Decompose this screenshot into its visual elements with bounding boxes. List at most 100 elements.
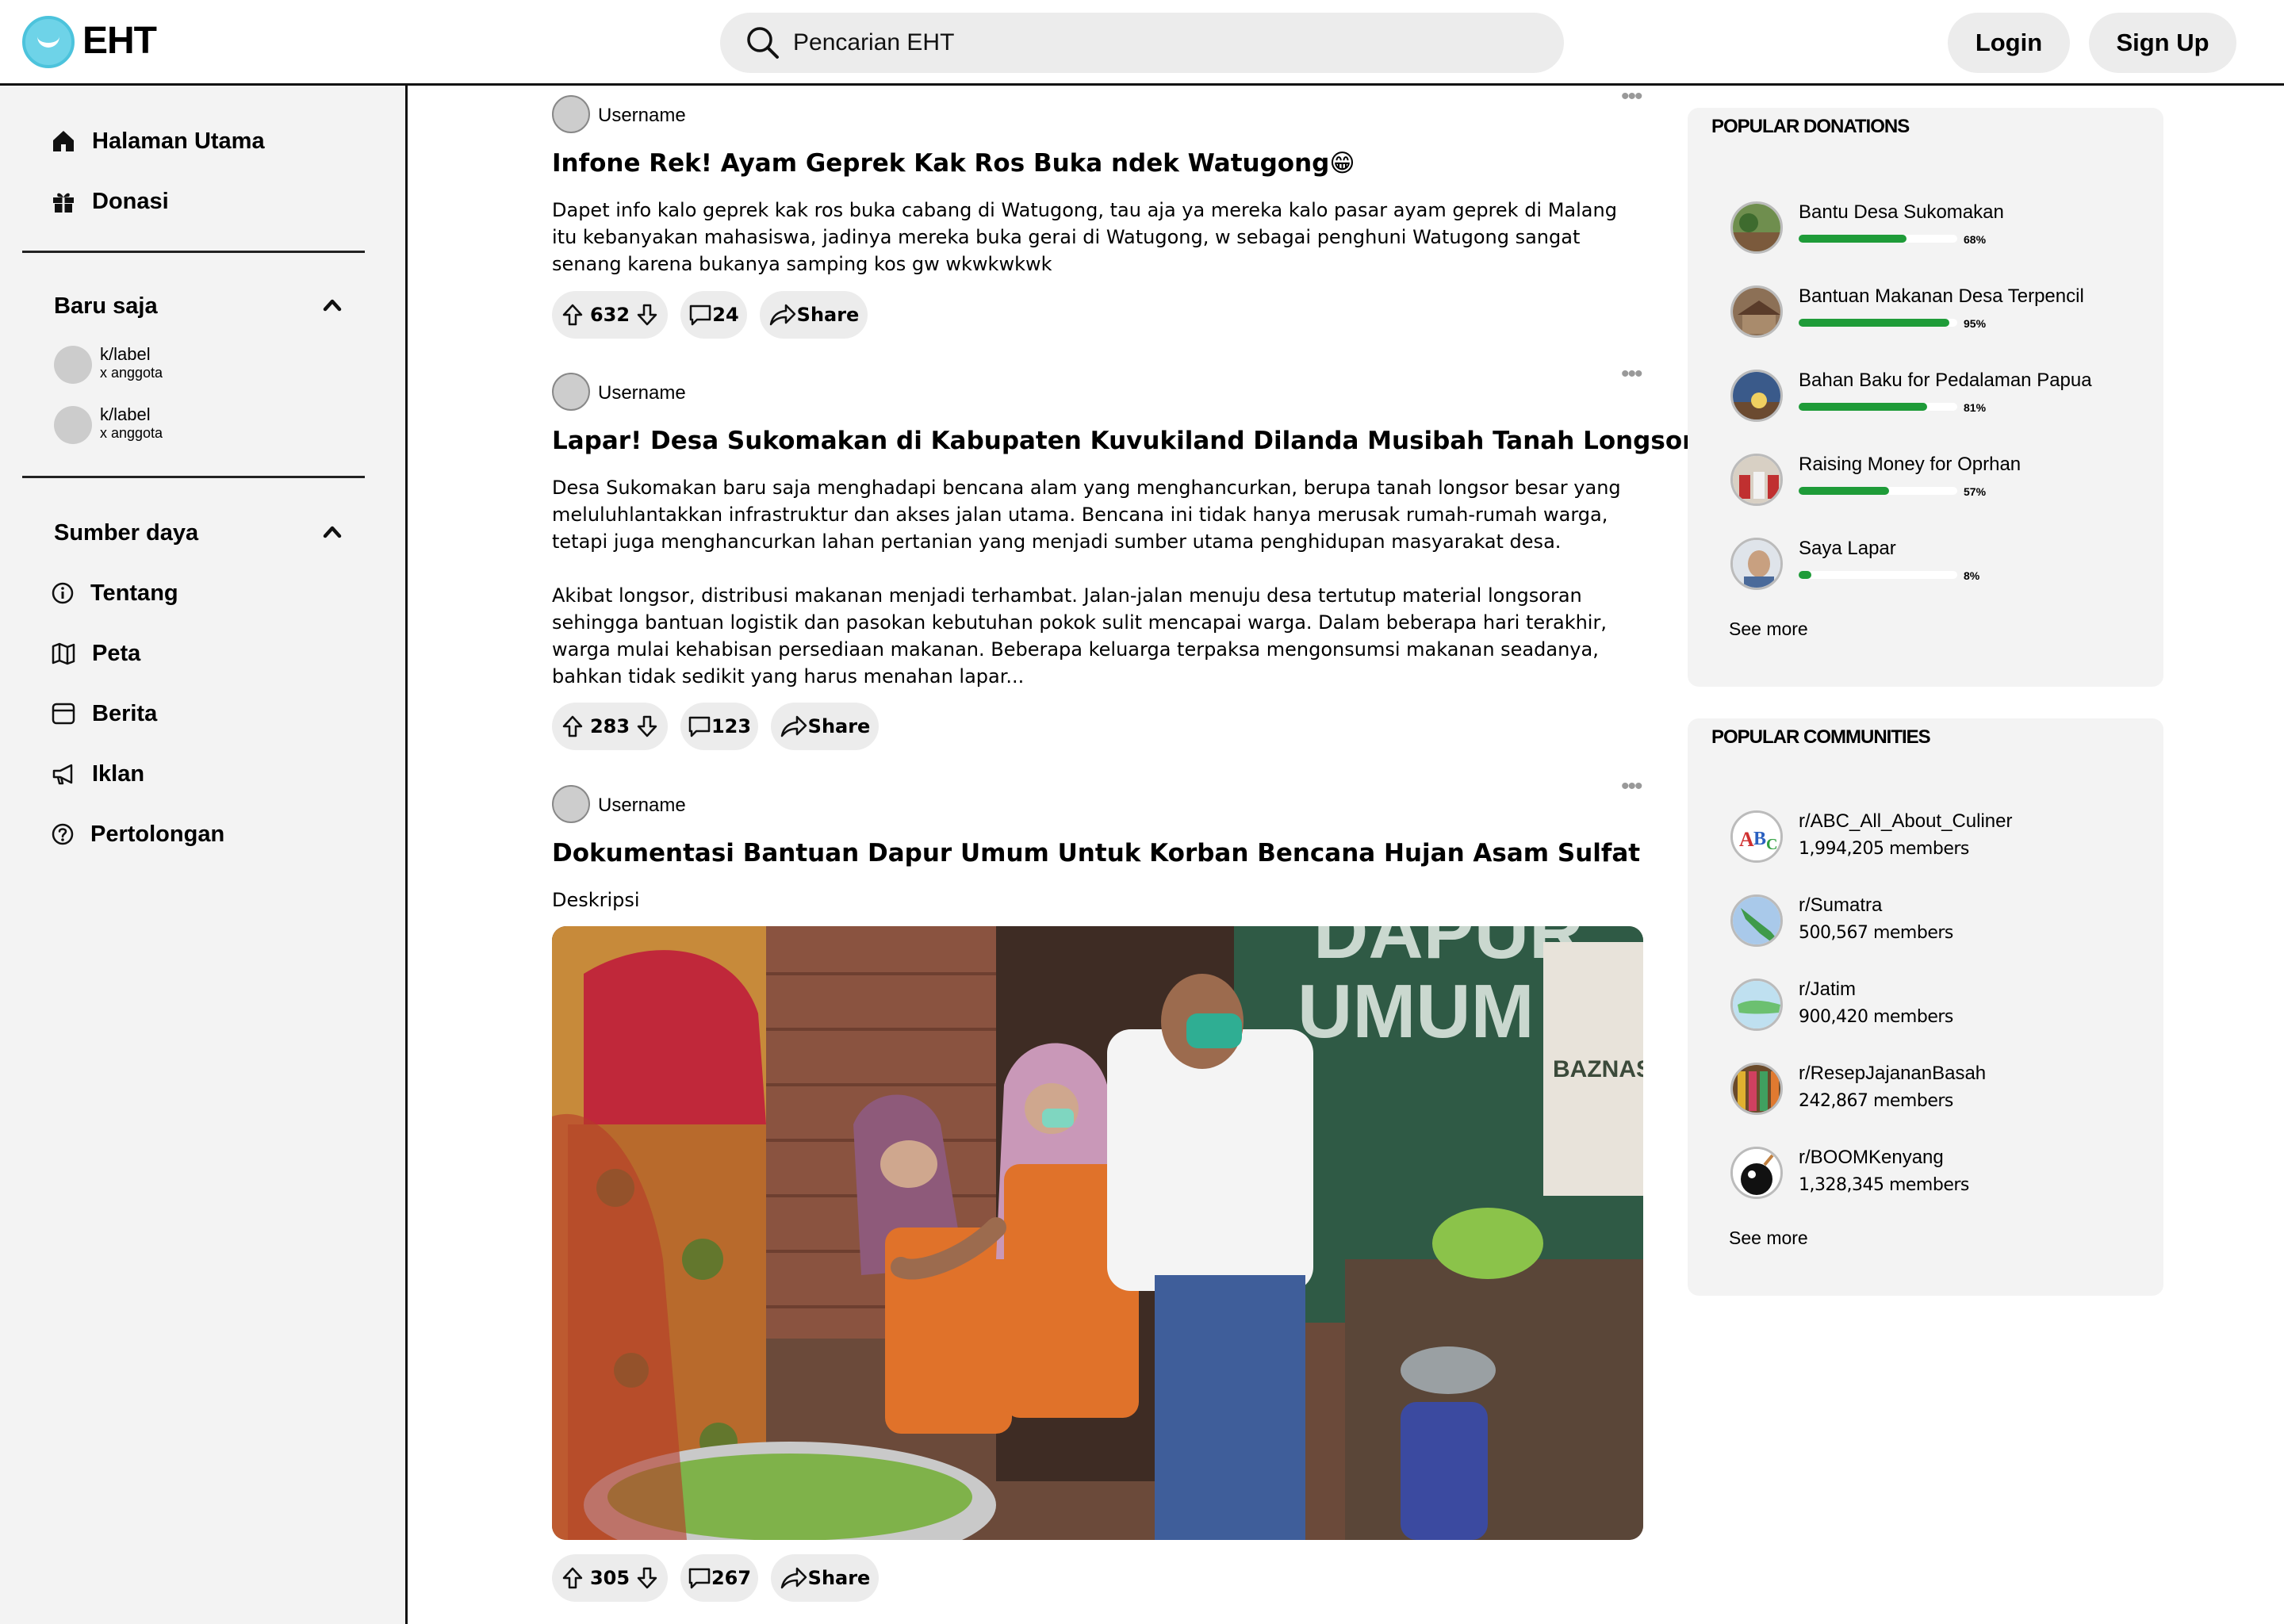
donation-thumbnail (1730, 285, 1783, 338)
donation-thumbnail (1730, 454, 1783, 506)
post-image[interactable]: DAPUR UMUM BAZNAS (552, 926, 1643, 1540)
community-avatar (1730, 894, 1783, 947)
username: Username (598, 795, 686, 816)
nav-pertolongan[interactable]: Pertolongan (51, 815, 224, 853)
post-title[interactable]: Dokumentasi Bantuan Dapur Umum Untuk Kor… (552, 839, 1640, 868)
progress-percent: 8% (1964, 569, 1980, 582)
vote-control: 305 (552, 1554, 668, 1602)
more-options-icon[interactable]: ••• (1621, 775, 1642, 799)
brand-name[interactable]: EHT (82, 19, 157, 63)
nav-iklan-label: Iklan (92, 760, 145, 787)
chevron-up-icon[interactable] (320, 293, 344, 317)
donation-item[interactable]: Bahan Baku for Pedalaman Papua 81% (1730, 370, 2143, 433)
donation-name: Saya Lapar (1799, 538, 1896, 559)
home-icon (53, 131, 74, 151)
share-button[interactable]: Share (771, 703, 879, 750)
nav-donasi-label: Donasi (92, 188, 169, 214)
signup-button[interactable]: Sign Up (2089, 13, 2236, 73)
donation-thumbnail (1730, 201, 1783, 254)
nav-iklan[interactable]: Iklan (51, 755, 144, 793)
comment-count: 123 (711, 715, 752, 737)
upvote-icon[interactable] (561, 303, 584, 327)
donation-thumbnail (1730, 370, 1783, 422)
community-name: k/label (100, 344, 151, 364)
comments-button[interactable]: 123 (680, 703, 758, 750)
community-item[interactable]: r/BOOMKenyang 1,328,345 members (1730, 1147, 2143, 1218)
progress-fill (1799, 487, 1889, 495)
avatar (552, 373, 590, 411)
progress-bar (1799, 571, 1957, 579)
community-members: 900,420 members (1799, 1007, 1953, 1027)
nav-tentang[interactable]: Tentang (51, 574, 178, 612)
comment-icon (690, 304, 711, 326)
post-body: Desa Sukomakan baru saja menghadapi benc… (552, 477, 1621, 688)
chevron-up-icon[interactable] (320, 520, 344, 544)
community-item[interactable]: r/Sumatra 500,567 members (1730, 894, 2143, 966)
search-icon (747, 27, 779, 59)
share-button[interactable]: Share (760, 291, 868, 339)
popular-communities-card: POPULAR COMMUNITIES ABC r/ABC_All_About_… (1688, 718, 2163, 1296)
vote-control: 632 (552, 291, 668, 339)
card-title: POPULAR COMMUNITIES (1711, 726, 1931, 748)
megaphone-icon (52, 764, 73, 785)
share-label: Share (807, 715, 871, 737)
progress-bar (1799, 403, 1957, 411)
community-members: 242,867 members (1799, 1091, 1953, 1111)
progress-percent: 81% (1964, 401, 1987, 414)
downvote-icon[interactable] (636, 1566, 658, 1590)
nav-home[interactable]: Halaman Utama (51, 122, 265, 160)
avatar (552, 785, 590, 823)
top-bar: EHT Login Sign Up (0, 0, 2284, 86)
progress-bar (1799, 319, 1957, 327)
community-item[interactable]: r/Jatim 900,420 members (1730, 979, 2143, 1050)
help-icon (52, 823, 74, 845)
donation-item[interactable]: Bantu Desa Sukomakan 68% (1730, 201, 2143, 265)
share-icon (780, 1567, 807, 1589)
nav-donasi[interactable]: Donasi (51, 182, 169, 220)
search-bar[interactable] (720, 13, 1564, 73)
nav-berita[interactable]: Berita (51, 695, 157, 733)
comment-icon (688, 1568, 711, 1589)
search-input[interactable] (793, 24, 1507, 62)
donation-thumbnail (1730, 538, 1783, 590)
community-item[interactable]: r/ResepJajananBasah 242,867 members (1730, 1063, 2143, 1134)
donation-item[interactable]: Saya Lapar 8% (1730, 538, 2143, 601)
share-label: Share (807, 1567, 871, 1589)
see-more-link[interactable]: See more (1729, 619, 1808, 640)
sidebar-divider (22, 476, 365, 478)
banner-text-baznas: BAZNAS (1553, 1056, 1643, 1082)
sidebar: Halaman Utama Donasi Baru saja k/label x… (0, 86, 408, 1624)
downvote-icon[interactable] (636, 303, 658, 327)
avatar (54, 406, 92, 444)
donation-item[interactable]: Raising Money for Oprhan 57% (1730, 454, 2143, 517)
donation-name: Bantuan Makanan Desa Terpencil (1799, 285, 2084, 307)
donation-item[interactable]: Bantuan Makanan Desa Terpencil 95% (1730, 285, 2143, 349)
sidebar-divider (22, 251, 365, 253)
see-more-link[interactable]: See more (1729, 1228, 1808, 1249)
post-title[interactable]: Infone Rek! Ayam Geprek Kak Ros Buka nde… (552, 149, 1355, 178)
nav-pertolongan-label: Pertolongan (90, 821, 225, 847)
nav-peta[interactable]: Peta (51, 634, 140, 672)
comments-button[interactable]: 267 (680, 1554, 758, 1602)
banner-text-umum: UMUM (1297, 969, 1535, 1054)
share-label: Share (796, 304, 860, 326)
upvote-icon[interactable] (561, 714, 584, 738)
more-options-icon[interactable]: ••• (1621, 362, 1642, 386)
downvote-icon[interactable] (636, 714, 658, 738)
logo-icon[interactable] (22, 16, 75, 68)
resources-title[interactable]: Sumber daya (54, 520, 198, 546)
progress-percent: 57% (1964, 485, 1987, 498)
donation-name: Bantu Desa Sukomakan (1799, 201, 2004, 223)
community-item[interactable]: ABC r/ABC_All_About_Culiner 1,994,205 me… (1730, 810, 2143, 882)
upvote-icon[interactable] (561, 1566, 584, 1590)
news-icon (52, 703, 75, 725)
post-title[interactable]: Lapar! Desa Sukomakan di Kabupaten Kuvuk… (552, 427, 1694, 455)
nav-peta-label: Peta (92, 640, 141, 666)
share-button[interactable]: Share (771, 1554, 879, 1602)
comments-button[interactable]: 24 (680, 291, 747, 339)
login-button[interactable]: Login (1948, 13, 2070, 73)
recent-title[interactable]: Baru saja (54, 293, 158, 320)
community-name: r/BOOMKenyang (1799, 1147, 1944, 1168)
gift-icon (53, 193, 74, 213)
more-options-icon[interactable]: ••• (1621, 85, 1642, 109)
